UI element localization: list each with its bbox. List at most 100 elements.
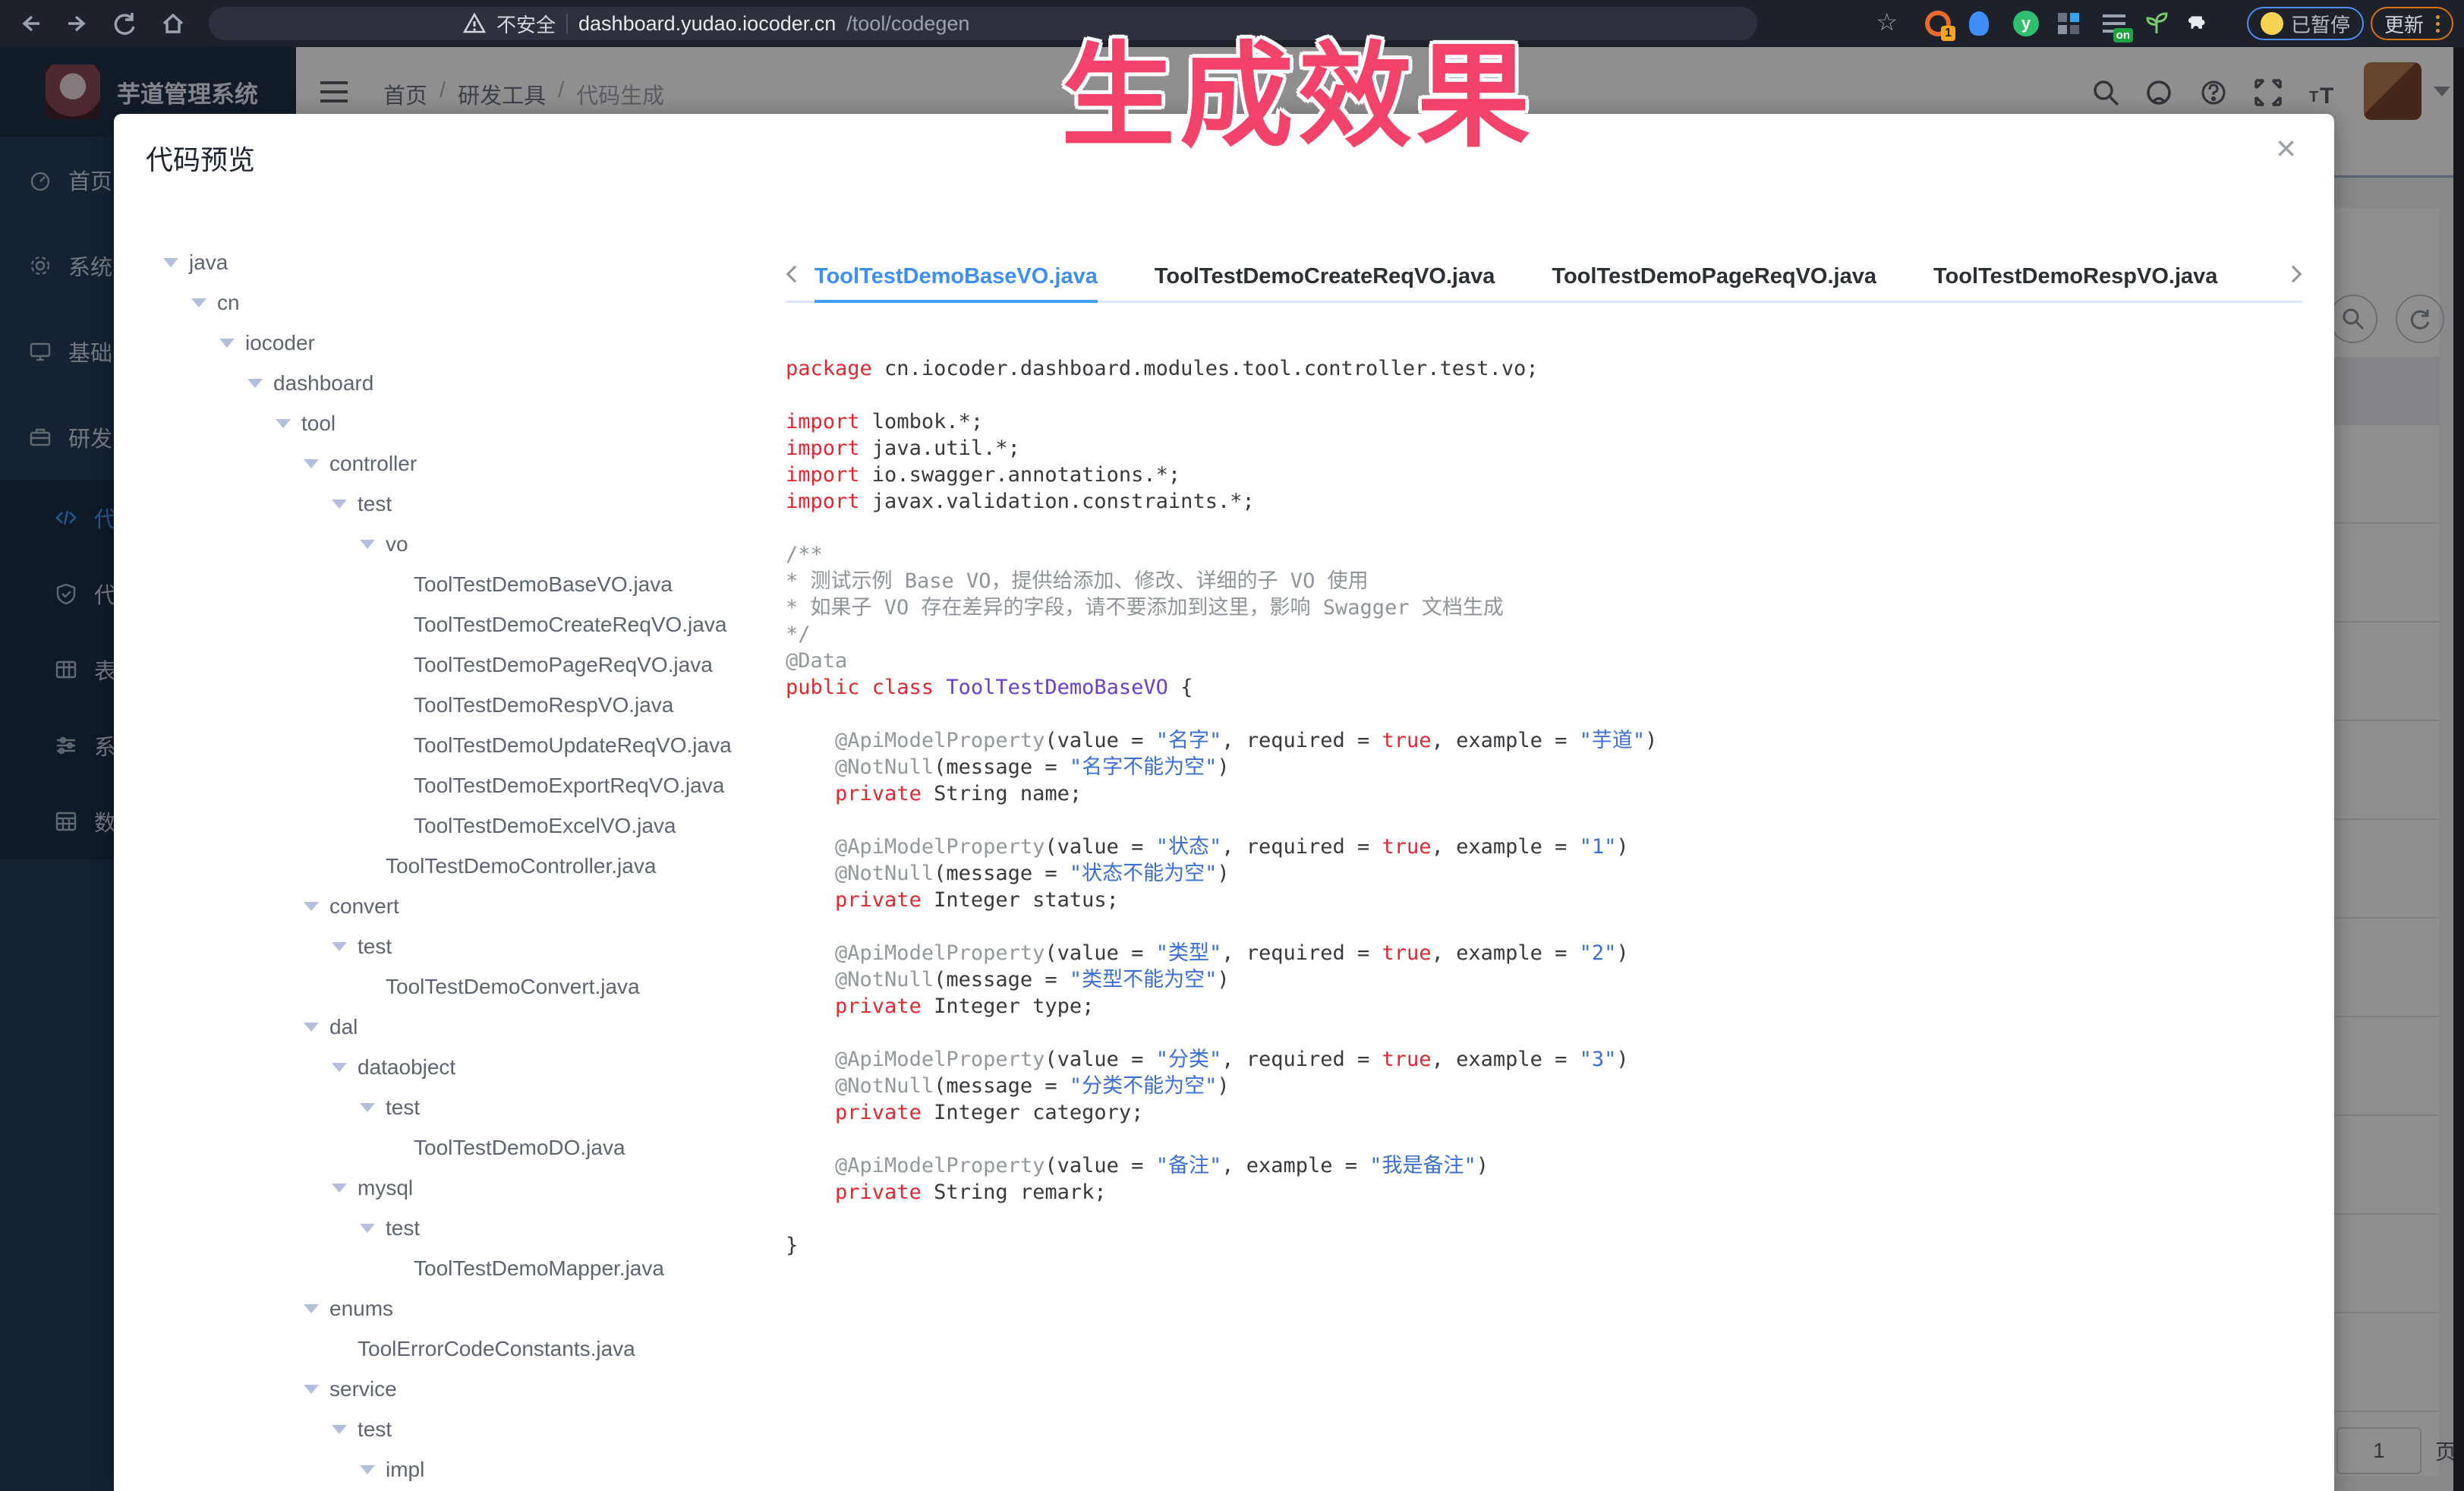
tree-folder-node[interactable]: vo (114, 524, 774, 564)
tree-folder-node[interactable]: dataobject (114, 1047, 774, 1087)
code-line (786, 913, 2304, 940)
extension-vue-devtools-icon[interactable]: y (2013, 11, 2039, 36)
back-icon[interactable] (17, 10, 44, 37)
extensions-puzzle-icon[interactable] (2186, 11, 2212, 36)
tree-folder-node[interactable]: test (114, 1409, 774, 1449)
code-line: * 如果子 VO 存在差异的字段，请不要添加到这里，影响 Swagger 文档生… (786, 594, 2304, 621)
bookmark-star-icon[interactable]: ☆ (1876, 8, 1898, 36)
code-line: @Data (786, 648, 2304, 674)
caret-down-icon[interactable] (332, 1184, 347, 1193)
code-line: @NotNull(message = "名字不能为空") (786, 754, 2304, 780)
code-line: */ (786, 621, 2304, 648)
tree-file-node[interactable]: ToolTestDemoDO.java (114, 1127, 774, 1168)
window-scrollbar[interactable] (2453, 47, 2464, 1491)
tree-folder-node[interactable]: test (114, 1087, 774, 1127)
screen: 芋道管理系统 首页 / 研发工具 / 代码生成 T T (0, 0, 2464, 1491)
tree-file-node[interactable]: ToolTestDemoBaseVO.java (114, 564, 774, 604)
tree-folder-node[interactable]: iocoder (114, 323, 774, 363)
caret-down-icon[interactable] (360, 540, 375, 549)
tree-folder-node[interactable]: dashboard (114, 363, 774, 403)
caret-down-icon[interactable] (332, 942, 347, 951)
code-line (786, 1206, 2304, 1232)
tree-folder-node[interactable]: mysql (114, 1168, 774, 1208)
tree-folder-node[interactable]: test (114, 926, 774, 966)
tree-folder-node[interactable]: impl (114, 1449, 774, 1489)
tabs-next-icon[interactable] (2286, 265, 2302, 288)
code-line: @NotNull(message = "分类不能为空") (786, 1073, 2304, 1099)
tree-folder-node[interactable]: test (114, 484, 774, 524)
caret-down-icon[interactable] (219, 339, 235, 348)
caret-down-icon[interactable] (304, 1385, 319, 1394)
home-icon[interactable] (159, 10, 187, 37)
code-line: @ApiModelProperty(value = "名字", required… (786, 727, 2304, 754)
code-line (786, 382, 2304, 408)
tree-file-node[interactable]: ToolErrorCodeConstants.java (114, 1329, 774, 1369)
extension-grid-icon[interactable] (2056, 11, 2081, 36)
code-line (786, 1126, 2304, 1152)
caret-down-icon[interactable] (360, 1465, 375, 1474)
close-icon[interactable]: × (2276, 131, 2296, 165)
tree-folder-node[interactable]: enums (114, 1288, 774, 1329)
extension-sprout-icon[interactable] (2144, 11, 2169, 36)
caret-down-icon[interactable] (332, 1063, 347, 1072)
caret-down-icon[interactable] (360, 1224, 375, 1233)
tree-file-node[interactable]: ToolTestDemoController.java (114, 846, 774, 886)
tree-file-node[interactable]: ToolTestDemoConvert.java (114, 966, 774, 1007)
code-line: @NotNull(message = "类型不能为空") (786, 966, 2304, 993)
divider (566, 14, 568, 33)
code-preview-dialog: 代码预览 × javacniocoderdashboardtoolcontrol… (114, 114, 2334, 1491)
caret-down-icon[interactable] (163, 258, 178, 267)
code-line: import javax.validation.constraints.*; (786, 488, 2304, 515)
tree-folder-node[interactable]: java (114, 242, 774, 282)
caret-down-icon[interactable] (304, 902, 319, 911)
caret-down-icon[interactable] (276, 419, 291, 428)
code-file-tab[interactable]: ToolTestDemoCreateReqVO.java (1155, 254, 1495, 303)
tree-folder-node[interactable]: convert (114, 886, 774, 926)
extension-lighthouse-icon[interactable] (1966, 11, 1992, 36)
code-line: /** (786, 541, 2304, 568)
code-line (786, 515, 2304, 541)
reload-icon[interactable] (111, 10, 138, 37)
tabs-prev-icon[interactable] (786, 265, 802, 288)
caret-down-icon[interactable] (191, 298, 206, 307)
extension-tampermonkey-icon[interactable]: on (2101, 11, 2127, 36)
caret-down-icon[interactable] (304, 1023, 319, 1032)
caret-down-icon[interactable] (304, 459, 319, 468)
tree-file-node[interactable]: ToolTestDemoRespVO.java (114, 685, 774, 725)
tree-file-node[interactable]: ToolTestDemoExcelVO.java (114, 805, 774, 846)
tree-file-node[interactable]: ToolTestDemoMapper.java (114, 1248, 774, 1288)
tree-file-node[interactable]: ToolTestDemoCreateReqVO.java (114, 604, 774, 645)
code-file-tab[interactable]: ToolTestDemoPageReqVO.java (1552, 254, 1876, 303)
profile-paused-badge[interactable]: 已暂停 (2247, 7, 2364, 40)
code-line: private String remark; (786, 1179, 2304, 1206)
caret-down-icon[interactable] (304, 1304, 319, 1313)
caret-down-icon[interactable] (360, 1103, 375, 1112)
tree-file-node[interactable]: ToolTestDemoExportReqVO.java (114, 765, 774, 805)
code-line (786, 701, 2304, 727)
code-line: import java.util.*; (786, 435, 2304, 462)
tree-file-node[interactable]: ToolTestDemoPageReqVO.java (114, 645, 774, 685)
code-line: public class ToolTestDemoBaseVO { (786, 674, 2304, 701)
caret-down-icon[interactable] (332, 1425, 347, 1434)
code-line: @ApiModelProperty(value = "状态", required… (786, 834, 2304, 860)
extension-oneclick-icon[interactable]: 1 (1925, 11, 1951, 36)
forward-icon[interactable] (64, 10, 91, 37)
code-file-tab[interactable]: ToolTestDemoBaseVO.java (815, 254, 1098, 303)
tree-folder-node[interactable]: dal (114, 1007, 774, 1047)
tree-folder-node[interactable]: cn (114, 282, 774, 323)
code-line (786, 1020, 2304, 1046)
avatar-emoji-icon (2261, 12, 2283, 35)
code-line: private Integer category; (786, 1099, 2304, 1126)
caret-down-icon[interactable] (332, 500, 347, 509)
tree-folder-node[interactable]: service (114, 1369, 774, 1409)
tree-folder-node[interactable]: test (114, 1208, 774, 1248)
code-line: } (786, 1232, 2304, 1259)
browser-update-button[interactable]: 更新 (2371, 7, 2453, 40)
tree-folder-node[interactable]: controller (114, 443, 774, 484)
caret-down-icon[interactable] (247, 379, 263, 388)
tree-file-node[interactable]: ToolTestDemoUpdateReqVO.java (114, 725, 774, 765)
code-file-tab[interactable]: ToolTestDemoRespVO.java (1933, 254, 2217, 303)
tree-folder-node[interactable]: tool (114, 403, 774, 443)
browser-menu-icon (2436, 15, 2440, 33)
code-line: @NotNull(message = "状态不能为空") (786, 860, 2304, 887)
